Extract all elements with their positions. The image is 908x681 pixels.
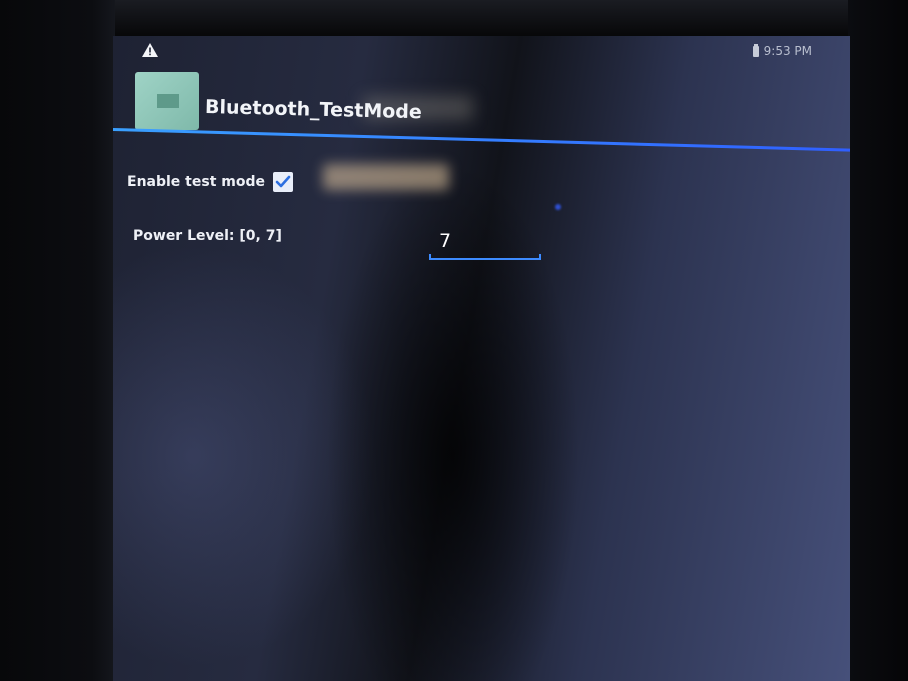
app-icon — [135, 72, 199, 130]
battery-icon — [752, 43, 759, 57]
power-level-input[interactable]: 7 — [429, 228, 541, 264]
device-bezel-top — [0, 0, 908, 40]
status-bar: 9:53 PM — [113, 36, 850, 68]
checkmark-icon — [275, 175, 291, 188]
power-level-value: 7 — [439, 230, 452, 252]
enable-test-mode-label: Enable test mode — [127, 174, 265, 190]
enable-test-mode-checkbox[interactable] — [272, 172, 293, 192]
status-right: 9:53 PM — [752, 43, 812, 58]
app-title: Bluetooth_TestMode — [204, 96, 423, 124]
screen-artifact — [555, 204, 561, 210]
action-bar: Bluetooth_TestMode — [113, 66, 850, 132]
enable-test-mode-row[interactable]: Enable test mode — [127, 172, 293, 192]
photo-background: 9:53 PM Bluetooth_TestMode Enable test m… — [0, 0, 908, 681]
light-reflection — [323, 164, 449, 190]
warning-triangle-icon — [141, 42, 159, 58]
app-icon-glyph — [157, 94, 179, 108]
clock: 9:53 PM — [763, 44, 812, 58]
device-bezel-right — [848, 0, 908, 681]
power-level-label: Power Level: [0, 7] — [133, 228, 282, 244]
device-screen: 9:53 PM Bluetooth_TestMode Enable test m… — [113, 36, 850, 681]
power-level-underline — [429, 254, 541, 260]
device-bezel-left — [0, 0, 115, 681]
